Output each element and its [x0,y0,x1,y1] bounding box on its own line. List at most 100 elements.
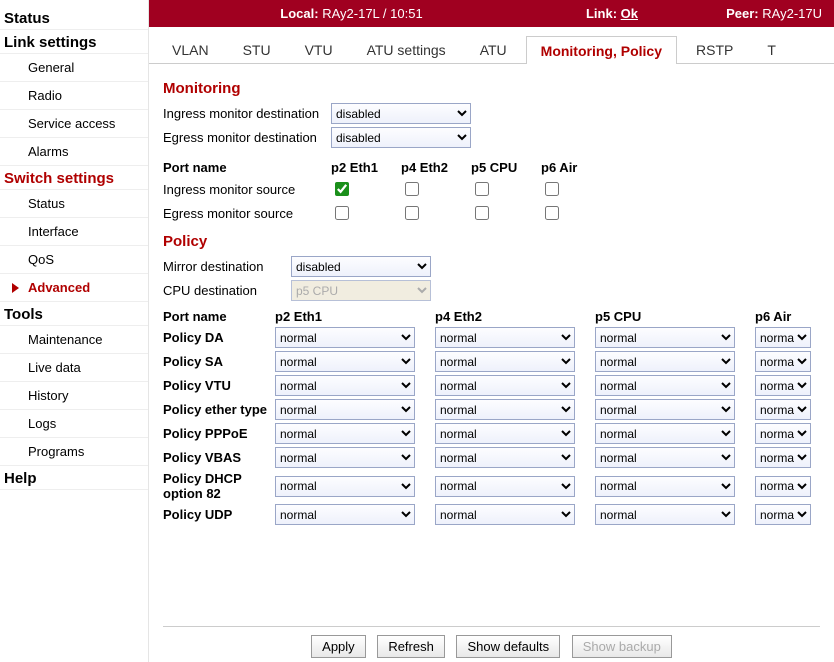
policy-select[interactable]: norma [755,423,811,444]
policy-port-name-label: Port name [163,309,275,324]
port-col-2: p5 CPU [471,160,541,175]
policy-title: Policy [163,233,820,250]
content: Monitoring Ingress monitor destination d… [149,64,834,626]
policy-select[interactable]: normal [595,327,735,348]
policy-select[interactable]: normal [275,423,415,444]
sidebar-item[interactable]: Advanced [0,274,148,302]
policy-row-label: Policy DHCP option 82 [163,471,275,501]
tab[interactable]: VLAN [157,35,224,63]
egress-src-checkbox-2[interactable] [475,206,489,220]
policy-select[interactable]: normal [595,447,735,468]
sidebar-item[interactable]: Live data [0,354,148,382]
ingress-src-checkbox-3[interactable] [545,182,559,196]
sidebar-item[interactable]: History [0,382,148,410]
cpu-dest-label: CPU destination [163,283,291,298]
policy-row-label: Policy SA [163,354,275,369]
peer-label: Peer: [726,6,759,21]
ingress-src-checkbox-2[interactable] [475,182,489,196]
peer-value: RAy2-17U [762,6,822,21]
policy-select[interactable]: normal [275,447,415,468]
mirror-select[interactable]: disabled [291,256,431,277]
tab[interactable]: Monitoring, Policy [526,36,677,64]
policy-select[interactable]: normal [435,375,575,396]
link-label: Link: [586,6,617,21]
policy-select[interactable]: normal [595,399,735,420]
tab[interactable]: ATU [465,35,522,63]
egress-dest-select[interactable]: disabled [331,127,471,148]
link-value[interactable]: Ok [621,6,638,21]
policy-port-3: p6 Air [755,309,815,324]
tab[interactable]: ATU settings [352,35,461,63]
sidebar-group[interactable]: Tools [0,302,148,326]
sidebar-group[interactable]: Switch settings [0,166,148,190]
policy-row-label: Policy PPPoE [163,426,275,441]
port-col-3: p6 Air [541,160,611,175]
ingress-src-checkbox-0[interactable] [335,182,349,196]
sidebar-item[interactable]: Maintenance [0,326,148,354]
tab[interactable]: RSTP [681,35,748,63]
policy-select[interactable]: normal [435,447,575,468]
policy-port-2: p5 CPU [595,309,755,324]
port-col-1: p4 Eth2 [401,160,471,175]
cpu-dest-select: p5 CPU [291,280,431,301]
ingress-src-checkbox-1[interactable] [405,182,419,196]
sidebar-item[interactable]: Logs [0,410,148,438]
sidebar-item[interactable]: General [0,54,148,82]
egress-src-checkbox-3[interactable] [545,206,559,220]
policy-select[interactable]: normal [595,423,735,444]
ingress-dest-label: Ingress monitor destination [163,106,331,121]
policy-select[interactable]: normal [435,399,575,420]
policy-select[interactable]: normal [435,504,575,525]
sidebar-item[interactable]: Radio [0,82,148,110]
sidebar-group[interactable]: Status [0,6,148,30]
port-col-0: p2 Eth1 [331,160,401,175]
sidebar-item[interactable]: Programs [0,438,148,466]
policy-select[interactable]: normal [275,375,415,396]
policy-select[interactable]: norma [755,447,811,468]
sidebar-item[interactable]: Interface [0,218,148,246]
topbar: Local: RAy2-17L / 10:51 Link: Ok Peer: R… [149,0,834,27]
policy-select[interactable]: norma [755,399,811,420]
show-defaults-button[interactable]: Show defaults [456,635,560,658]
egress-src-checkbox-0[interactable] [335,206,349,220]
policy-select[interactable]: normal [275,399,415,420]
tab[interactable]: STU [228,35,286,63]
policy-select[interactable]: norma [755,504,811,525]
policy-select[interactable]: norma [755,476,811,497]
sidebar-group[interactable]: Help [0,466,148,490]
local-label: Local: [280,6,318,21]
policy-select[interactable]: normal [275,327,415,348]
policy-row-label: Policy VTU [163,378,275,393]
policy-select[interactable]: norma [755,327,811,348]
policy-select[interactable]: normal [435,476,575,497]
policy-select[interactable]: normal [595,476,735,497]
port-name-label: Port name [163,160,331,175]
sidebar-group[interactable]: Link settings [0,30,148,54]
egress-src-checkbox-1[interactable] [405,206,419,220]
policy-select[interactable]: normal [595,351,735,372]
tab-bar: VLANSTUVTUATU settingsATUMonitoring, Pol… [149,27,834,64]
sidebar-item[interactable]: Service access [0,110,148,138]
sidebar-item[interactable]: Status [0,190,148,218]
ingress-dest-select[interactable]: disabled [331,103,471,124]
policy-row-label: Policy UDP [163,507,275,522]
monitoring-title: Monitoring [163,80,820,97]
policy-select[interactable]: normal [595,375,735,396]
policy-select[interactable]: normal [275,351,415,372]
policy-select[interactable]: norma [755,351,811,372]
apply-button[interactable]: Apply [311,635,366,658]
policy-select[interactable]: normal [275,476,415,497]
policy-select[interactable]: normal [435,351,575,372]
policy-select[interactable]: normal [595,504,735,525]
sidebar-item[interactable]: QoS [0,246,148,274]
policy-select[interactable]: normal [435,327,575,348]
tab[interactable]: VTU [290,35,348,63]
refresh-button[interactable]: Refresh [377,635,445,658]
tab[interactable]: T [752,35,791,63]
bottom-bar: Apply Refresh Show defaults Show backup [163,626,820,662]
policy-select[interactable]: normal [435,423,575,444]
policy-select[interactable]: norma [755,375,811,396]
policy-row-label: Policy VBAS [163,450,275,465]
policy-select[interactable]: normal [275,504,415,525]
sidebar-item[interactable]: Alarms [0,138,148,166]
